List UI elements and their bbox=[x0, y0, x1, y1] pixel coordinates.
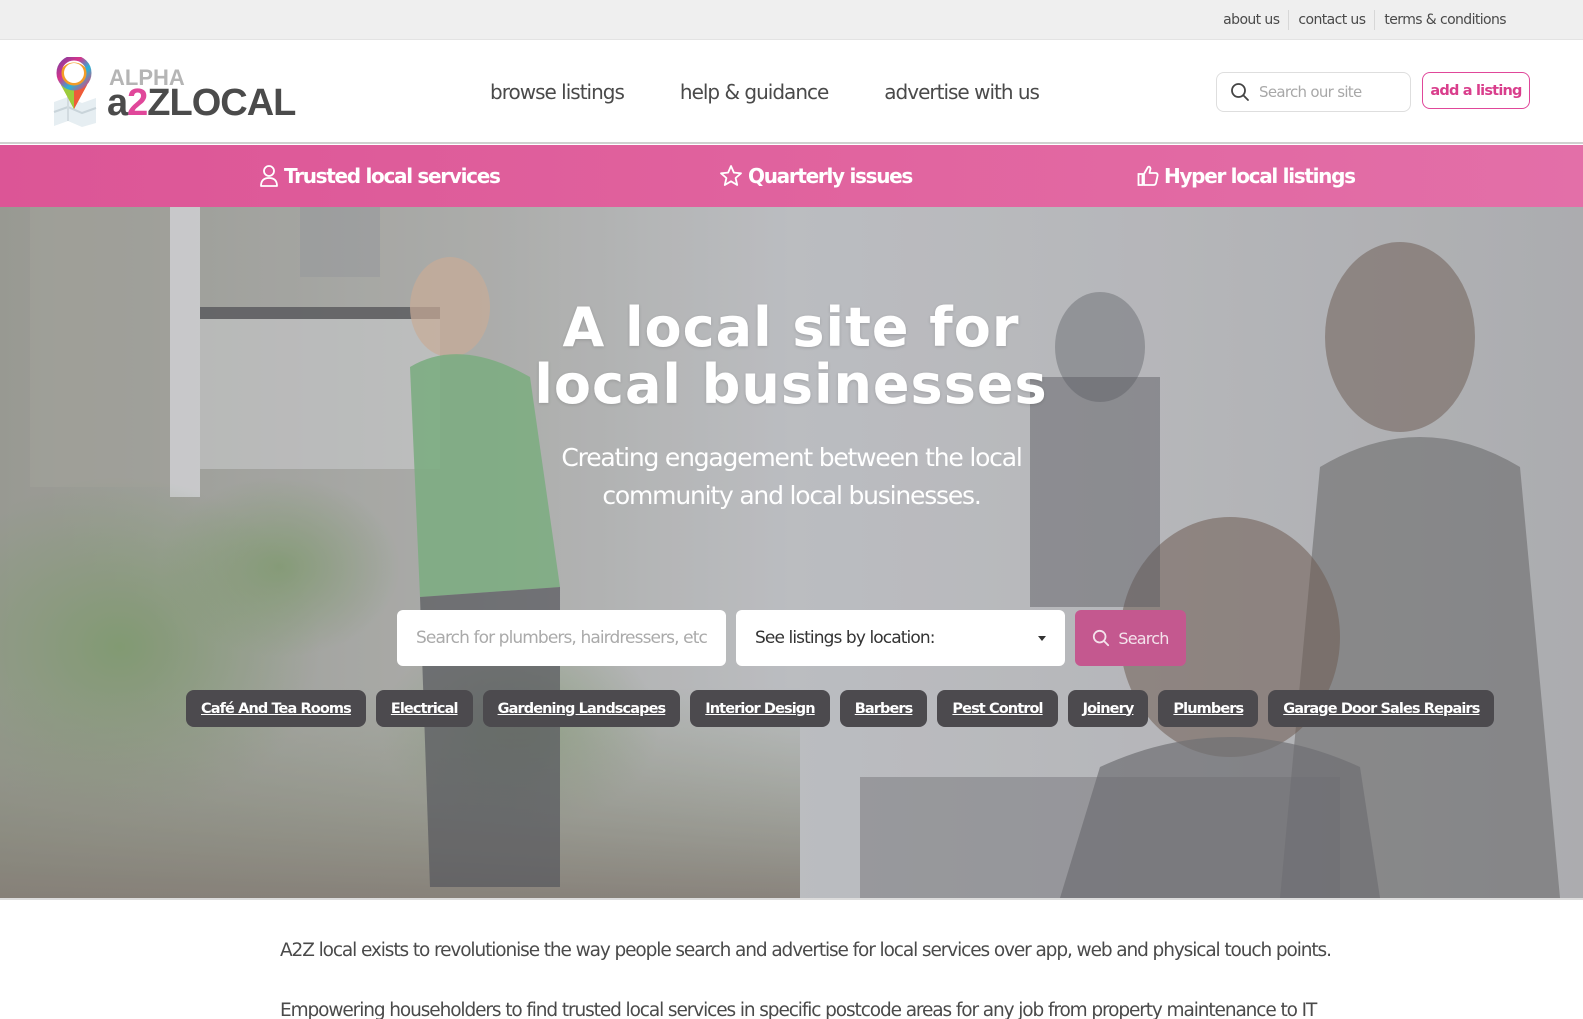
feature-label: Hyper local listings bbox=[1164, 164, 1356, 188]
site-search bbox=[1216, 72, 1411, 112]
hero-subtitle-line: Creating engagement between the local bbox=[561, 443, 1022, 472]
utility-bar: about us contact us terms & conditions bbox=[0, 0, 1583, 40]
divider bbox=[0, 898, 1583, 900]
nav-advertise-with-us[interactable]: advertise with us bbox=[884, 80, 1040, 104]
feature-label: Trusted local services bbox=[284, 164, 501, 188]
logo-wordmark-accent: 2 bbox=[127, 82, 148, 124]
category-chip[interactable]: Pest Control bbox=[937, 690, 1058, 727]
thumbs-up-icon bbox=[1137, 165, 1159, 186]
hero-subtitle-line: community and local businesses. bbox=[602, 481, 981, 510]
category-chip[interactable]: Joinery bbox=[1067, 690, 1149, 727]
site-header: ALPHA a2ZLOCAL browse listings help & gu… bbox=[0, 41, 1583, 144]
location-select-value: See listings by location: bbox=[755, 628, 935, 648]
logo-wordmark-suffix: ZLOCAL bbox=[147, 82, 296, 124]
category-chip[interactable]: Garage Door Sales Repairs bbox=[1268, 690, 1495, 727]
star-icon bbox=[720, 165, 742, 186]
nav-browse-listings[interactable]: browse listings bbox=[490, 80, 625, 104]
feature-trusted-local-services: Trusted local services bbox=[259, 145, 501, 207]
feature-quarterly-issues: Quarterly issues bbox=[719, 145, 913, 207]
about-us-link[interactable]: about us bbox=[1214, 10, 1288, 30]
hero-title: A local site for local businesses bbox=[534, 296, 1048, 416]
service-search-input[interactable] bbox=[397, 610, 726, 666]
category-chip[interactable]: Interior Design bbox=[690, 690, 830, 727]
map-pin-logo-icon bbox=[53, 57, 97, 127]
logo-wordmark: a2ZLOCAL bbox=[107, 82, 296, 124]
caret-down-icon bbox=[1038, 636, 1046, 641]
logo[interactable]: ALPHA a2ZLOCAL bbox=[52, 57, 296, 127]
search-icon bbox=[1231, 83, 1249, 101]
category-chip[interactable]: Gardening Landscapes bbox=[482, 690, 681, 727]
terms-conditions-link[interactable]: terms & conditions bbox=[1375, 10, 1515, 30]
site-search-input[interactable] bbox=[1259, 83, 1399, 101]
category-chip[interactable]: Electrical bbox=[375, 690, 473, 727]
about-paragraph: Empowering householders to find trusted … bbox=[280, 1000, 1317, 1019]
user-icon bbox=[260, 165, 278, 187]
feature-label: Quarterly issues bbox=[748, 164, 913, 188]
hero-subtitle: Creating engagement between the local co… bbox=[0, 439, 1583, 515]
search-icon bbox=[1093, 629, 1110, 647]
hero-search-form: See listings by location: Search bbox=[397, 610, 1186, 666]
category-chip[interactable]: Plumbers bbox=[1158, 690, 1259, 727]
about-paragraph: A2Z local exists to revolutionise the wa… bbox=[280, 940, 1332, 961]
hero: A local site for local businesses Creati… bbox=[0, 207, 1583, 898]
location-select[interactable]: See listings by location: bbox=[736, 610, 1065, 666]
search-button-label: Search bbox=[1118, 628, 1169, 648]
add-listing-button[interactable]: add a listing bbox=[1422, 72, 1530, 109]
contact-us-link[interactable]: contact us bbox=[1289, 10, 1374, 30]
feature-hyper-local-listings: Hyper local listings bbox=[1137, 145, 1356, 207]
hero-search-button[interactable]: Search bbox=[1075, 610, 1186, 666]
feature-band: Trusted local services Quarterly issues … bbox=[0, 145, 1583, 207]
category-chips: Café And Tea Rooms Electrical Gardening … bbox=[186, 690, 1504, 727]
category-chip[interactable]: Café And Tea Rooms bbox=[186, 690, 366, 727]
logo-wordmark-prefix: a bbox=[107, 82, 128, 124]
category-chip[interactable]: Barbers bbox=[839, 690, 928, 727]
utility-links: about us contact us terms & conditions bbox=[1214, 0, 1515, 40]
main-nav: browse listings help & guidance advertis… bbox=[490, 41, 1095, 142]
nav-help-guidance[interactable]: help & guidance bbox=[680, 80, 829, 104]
